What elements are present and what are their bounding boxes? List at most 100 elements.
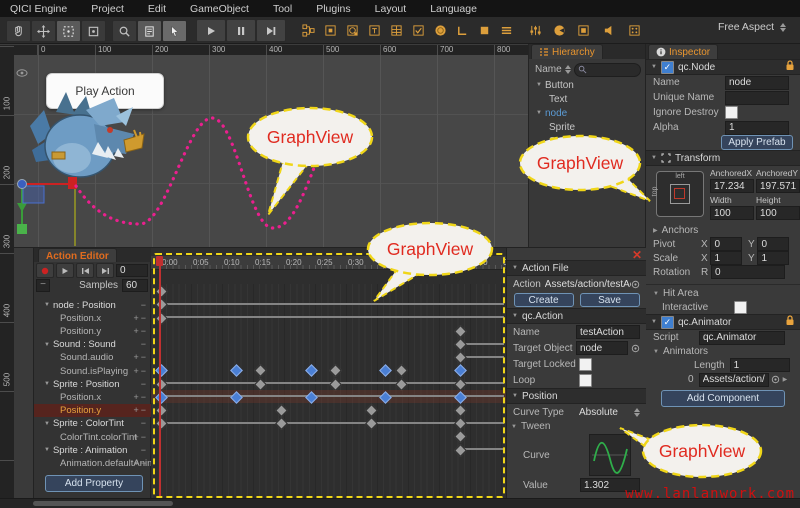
width-field[interactable] [710, 206, 754, 220]
chevron-updown-icon[interactable] [634, 408, 640, 417]
remove-track-button[interactable]: − [141, 445, 148, 455]
coin-icon[interactable] [432, 22, 449, 38]
hand-tool-icon[interactable] [6, 20, 31, 42]
action-track-group[interactable]: ▼Sound : Sound− [34, 338, 151, 351]
collapse-arrow-icon[interactable]: ▼ [44, 381, 50, 387]
keyframe-diamond[interactable] [255, 378, 268, 391]
pause-button[interactable] [226, 19, 256, 42]
position-header[interactable]: ▼Position [507, 388, 646, 404]
keyframe-diamond[interactable] [454, 378, 467, 391]
expand-arrow-icon[interactable]: ▶ [783, 376, 788, 383]
add-key-button[interactable]: + [133, 326, 140, 336]
remove-track-button[interactable]: − [141, 379, 148, 389]
collapse-arrow-icon[interactable]: ▼ [44, 342, 50, 348]
menu-layout[interactable]: Layout [375, 3, 407, 15]
frame-icon[interactable] [322, 22, 339, 38]
action-track-property[interactable]: Position.y+− [34, 404, 151, 417]
keyframe-diamond[interactable] [454, 325, 467, 338]
timeline-playhead[interactable] [159, 256, 161, 496]
collapse-arrow-icon[interactable]: ▼ [536, 110, 542, 116]
notes-tool-icon[interactable] [137, 20, 162, 42]
keyframe-diamond[interactable] [275, 417, 288, 430]
add-key-button[interactable]: + [133, 432, 140, 442]
target-object-field[interactable] [576, 341, 628, 355]
circle-icon[interactable] [344, 22, 361, 38]
keyframe-diamond[interactable] [305, 364, 318, 377]
play-button[interactable] [196, 19, 226, 42]
interactive-checkbox[interactable] [734, 301, 747, 314]
ignore-destroy-checkbox[interactable] [725, 106, 738, 119]
collapse-arrow-icon[interactable]: ▼ [512, 265, 518, 271]
search-input[interactable] [574, 63, 641, 77]
pivot-y-field[interactable] [757, 237, 789, 251]
add-property-button[interactable]: Add Property [45, 475, 143, 492]
scale-x-field[interactable] [710, 251, 742, 265]
height-field[interactable] [756, 206, 800, 220]
remove-track-button[interactable]: − [141, 418, 148, 428]
pivot-x-field[interactable] [710, 237, 742, 251]
qcanimator-header[interactable]: ▼ ✓ qc.Animator [646, 314, 800, 330]
add-key-button[interactable]: + [133, 366, 140, 376]
add-key-button[interactable]: + [133, 352, 140, 362]
curve-type-value[interactable]: Absolute [579, 407, 618, 418]
action-track-property[interactable]: ColorTint.colorTint+− [34, 431, 151, 444]
node-icon[interactable] [300, 22, 317, 38]
collapse-arrow-icon[interactable]: ▼ [511, 424, 517, 430]
add-key-button[interactable]: + [133, 405, 140, 415]
object-picker-icon[interactable] [631, 280, 640, 289]
hierarchy-item[interactable]: ▼node [529, 106, 645, 120]
keyframe-diamond[interactable] [454, 338, 467, 351]
menu-gameobject[interactable]: GameObject [190, 3, 249, 15]
hierarchy-item[interactable]: ▼Button [529, 78, 645, 92]
expand-arrow-icon[interactable]: ▶ [653, 227, 658, 234]
remove-track-button[interactable]: − [141, 339, 148, 349]
pivot-tool-icon[interactable] [81, 20, 106, 42]
hierarchy-item[interactable]: Sound [529, 134, 645, 148]
aspect-dropdown[interactable]: Free Aspect [718, 21, 786, 33]
keyframe-diamond[interactable] [155, 404, 168, 417]
apply-prefab-button[interactable]: Apply Prefab [721, 135, 793, 150]
collapse-arrow-icon[interactable]: ▼ [651, 155, 657, 161]
component-enabled-checkbox[interactable]: ✓ [661, 61, 674, 74]
anchoredy-field[interactable] [756, 179, 800, 193]
add-key-button[interactable]: + [133, 392, 140, 402]
action-track-property[interactable]: Sound.isPlaying+− [34, 365, 151, 378]
action-name-field[interactable] [576, 325, 640, 339]
remove-track-button[interactable]: − [141, 392, 148, 402]
remove-track-button[interactable]: − [141, 366, 148, 376]
zoom-tool-icon[interactable] [112, 20, 137, 42]
save-button[interactable]: Save [580, 293, 640, 307]
name-field[interactable] [725, 76, 789, 90]
toggle-icon[interactable] [575, 22, 592, 38]
object-picker-icon[interactable] [631, 344, 640, 353]
collapse-arrow-icon[interactable]: ▼ [653, 349, 659, 355]
remove-track-button[interactable]: − [141, 300, 148, 310]
remove-track-button[interactable]: − [141, 432, 148, 442]
keyframe-diamond[interactable] [275, 404, 288, 417]
keyframe-diamond[interactable] [230, 364, 243, 377]
add-key-button[interactable]: + [133, 458, 140, 468]
add-component-button[interactable]: Add Component [661, 390, 785, 407]
collapse-arrow-icon[interactable]: ▼ [512, 393, 518, 399]
collapse-arrow-icon[interactable]: ▼ [44, 421, 50, 427]
keyframe-diamond[interactable] [155, 298, 168, 311]
remove-track-button[interactable]: − [141, 313, 148, 323]
timeline-playhead-handle[interactable] [156, 256, 163, 266]
collapse-arrow-icon[interactable]: ▼ [651, 319, 657, 325]
keyframe-diamond[interactable] [155, 285, 168, 298]
samples-field[interactable] [122, 279, 148, 292]
action-track-group[interactable]: ▼node : Position− [34, 299, 151, 312]
square-icon[interactable] [476, 22, 493, 38]
sprite-icon[interactable] [551, 22, 568, 38]
action-track-property[interactable]: Animation.defaultAnima+− [34, 457, 151, 470]
keyframe-diamond[interactable] [454, 364, 467, 377]
audio-icon[interactable] [601, 22, 618, 38]
grid-icon[interactable] [626, 22, 643, 38]
remove-track-button[interactable]: − [141, 326, 148, 336]
checkbox-icon[interactable] [410, 22, 427, 38]
cursor-select-tool-icon[interactable] [162, 20, 187, 42]
menu-language[interactable]: Language [430, 3, 477, 15]
tab-inspector[interactable]: Inspector [648, 44, 718, 59]
rotation-field[interactable] [711, 265, 785, 279]
action-track-group[interactable]: ▼Sprite : Position− [34, 378, 151, 391]
